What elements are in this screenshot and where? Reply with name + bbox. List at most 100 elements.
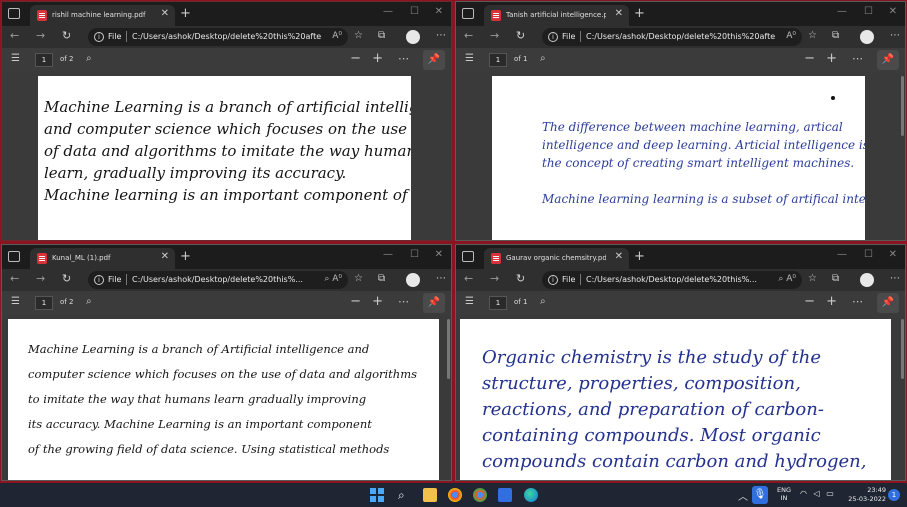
new-tab-button[interactable]: +: [634, 6, 645, 21]
back-button[interactable]: ←: [464, 29, 473, 42]
start-menu-icon[interactable]: [370, 488, 384, 502]
more-menu-icon[interactable]: ⋯: [436, 30, 446, 41]
zoom-in-button[interactable]: +: [372, 51, 383, 66]
pdf-viewer[interactable]: Organic chemistry is the study of the st…: [456, 315, 905, 480]
new-tab-button[interactable]: +: [180, 6, 191, 21]
close-window-button[interactable]: ✕: [889, 249, 897, 260]
maximize-button[interactable]: ☐: [864, 6, 873, 17]
zoom-indicator-icon[interactable]: ⌕ A⁰: [324, 274, 342, 284]
zoom-out-button[interactable]: −: [804, 294, 815, 309]
address-bar[interactable]: i File C:/Users/ashok/Desktop/delete%20t…: [88, 271, 348, 289]
zoom-indicator-icon[interactable]: ⌕ A⁰: [778, 274, 796, 284]
pin-toolbar-button[interactable]: 📌: [423, 293, 445, 313]
refresh-button[interactable]: ↻: [62, 29, 71, 42]
tab-close-icon[interactable]: ✕: [615, 251, 623, 262]
favorites-icon[interactable]: ☆: [808, 273, 817, 284]
browser-window-kunal[interactable]: Kunal_ML (1).pdf ✕ + — ☐ ✕ ← → ↻ i File …: [1, 244, 452, 481]
scrollbar[interactable]: [447, 319, 450, 379]
collections-icon[interactable]: ⧉: [832, 30, 839, 41]
favorites-icon[interactable]: ☆: [354, 30, 363, 41]
table-of-contents-icon[interactable]: ☰: [465, 296, 474, 307]
pdf-viewer[interactable]: Machine Learning is a branch of artifici…: [2, 72, 451, 240]
page-number-input[interactable]: 1: [489, 53, 507, 67]
search-icon[interactable]: ⌕: [398, 488, 412, 502]
profile-avatar[interactable]: [406, 273, 420, 287]
tab-active[interactable]: rishil machine learning.pdf ✕: [30, 5, 175, 26]
pdf-more-icon[interactable]: ⋯: [852, 52, 863, 65]
language-indicator[interactable]: ENG IN: [777, 486, 791, 502]
pin-toolbar-button[interactable]: 📌: [877, 50, 899, 70]
zoom-in-button[interactable]: +: [372, 294, 383, 309]
back-button[interactable]: ←: [464, 272, 473, 285]
browser-window-tanish[interactable]: Tanish artificial intelligence.pdf ✕ + —…: [455, 1, 906, 241]
table-of-contents-icon[interactable]: ☰: [465, 53, 474, 64]
wifi-volume-battery-icon[interactable]: ◠ ◁ ▭: [800, 489, 836, 498]
notepad-icon[interactable]: [498, 488, 512, 502]
pdf-more-icon[interactable]: ⋯: [852, 295, 863, 308]
clock[interactable]: 23:49 25-03-2022: [844, 486, 886, 504]
refresh-button[interactable]: ↻: [516, 272, 525, 285]
zoom-in-button[interactable]: +: [826, 51, 837, 66]
url-text[interactable]: C:/Users/ashok/Desktop/delete%20this%...: [586, 275, 776, 284]
tab-close-icon[interactable]: ✕: [161, 8, 169, 19]
chrome-icon[interactable]: [448, 488, 462, 502]
address-bar[interactable]: i File C:/Users/ashok/Desktop/delete%20t…: [542, 28, 802, 46]
minimize-button[interactable]: —: [383, 249, 393, 260]
forward-button[interactable]: →: [36, 272, 45, 285]
refresh-button[interactable]: ↻: [516, 29, 525, 42]
minimize-button[interactable]: —: [837, 249, 847, 260]
search-icon[interactable]: ⌕: [540, 296, 546, 307]
forward-button[interactable]: →: [490, 29, 499, 42]
forward-button[interactable]: →: [490, 272, 499, 285]
new-tab-button[interactable]: +: [180, 249, 191, 264]
search-icon[interactable]: ⌕: [86, 53, 92, 64]
pin-toolbar-button[interactable]: 📌: [423, 50, 445, 70]
maximize-button[interactable]: ☐: [864, 249, 873, 260]
scrollbar[interactable]: [901, 76, 904, 136]
tab-actions-icon[interactable]: [462, 251, 474, 262]
pin-toolbar-button[interactable]: 📌: [877, 293, 899, 313]
back-button[interactable]: ←: [10, 29, 19, 42]
tab-active[interactable]: Gaurav organic chemsitry.pdf ✕: [484, 248, 629, 269]
more-menu-icon[interactable]: ⋯: [890, 273, 900, 284]
tab-actions-icon[interactable]: [8, 8, 20, 19]
scrollbar[interactable]: [901, 319, 904, 379]
page-number-input[interactable]: 1: [35, 53, 53, 67]
info-icon[interactable]: i: [94, 275, 104, 285]
tab-actions-icon[interactable]: [8, 251, 20, 262]
browser-window-gaurav[interactable]: Gaurav organic chemsitry.pdf ✕ + — ☐ ✕ ←…: [455, 244, 906, 481]
pdf-more-icon[interactable]: ⋯: [398, 52, 409, 65]
search-icon[interactable]: ⌕: [540, 53, 546, 64]
file-explorer-icon[interactable]: [423, 488, 437, 502]
close-window-button[interactable]: ✕: [435, 249, 443, 260]
collections-icon[interactable]: ⧉: [378, 273, 385, 284]
page-number-input[interactable]: 1: [35, 296, 53, 310]
url-text[interactable]: C:/Users/ashok/Desktop/delete%20this%...: [132, 275, 322, 284]
edge-icon[interactable]: [524, 488, 538, 502]
tab-active[interactable]: Tanish artificial intelligence.pdf ✕: [484, 5, 629, 26]
microphone-icon[interactable]: 🎙: [752, 486, 768, 504]
info-icon[interactable]: i: [548, 275, 558, 285]
tab-active[interactable]: Kunal_ML (1).pdf ✕: [30, 248, 175, 269]
profile-avatar[interactable]: [860, 273, 874, 287]
tab-close-icon[interactable]: ✕: [161, 251, 169, 262]
close-window-button[interactable]: ✕: [435, 6, 443, 17]
pdf-more-icon[interactable]: ⋯: [398, 295, 409, 308]
favorites-icon[interactable]: ☆: [808, 30, 817, 41]
tab-close-icon[interactable]: ✕: [615, 8, 623, 19]
collections-icon[interactable]: ⧉: [378, 30, 385, 41]
zoom-in-button[interactable]: +: [826, 294, 837, 309]
read-aloud-icon[interactable]: A⁰: [786, 31, 796, 41]
profile-avatar[interactable]: [860, 30, 874, 44]
read-aloud-icon[interactable]: A⁰: [332, 31, 342, 41]
zoom-out-button[interactable]: −: [804, 51, 815, 66]
zoom-out-button[interactable]: −: [350, 51, 361, 66]
new-tab-button[interactable]: +: [634, 249, 645, 264]
info-icon[interactable]: i: [548, 32, 558, 42]
maximize-button[interactable]: ☐: [410, 6, 419, 17]
profile-avatar[interactable]: [406, 30, 420, 44]
collections-icon[interactable]: ⧉: [832, 273, 839, 284]
info-icon[interactable]: i: [94, 32, 104, 42]
url-text[interactable]: C:/Users/ashok/Desktop/delete%20this%20a…: [586, 32, 776, 41]
address-bar[interactable]: i File C:/Users/ashok/Desktop/delete%20t…: [542, 271, 802, 289]
